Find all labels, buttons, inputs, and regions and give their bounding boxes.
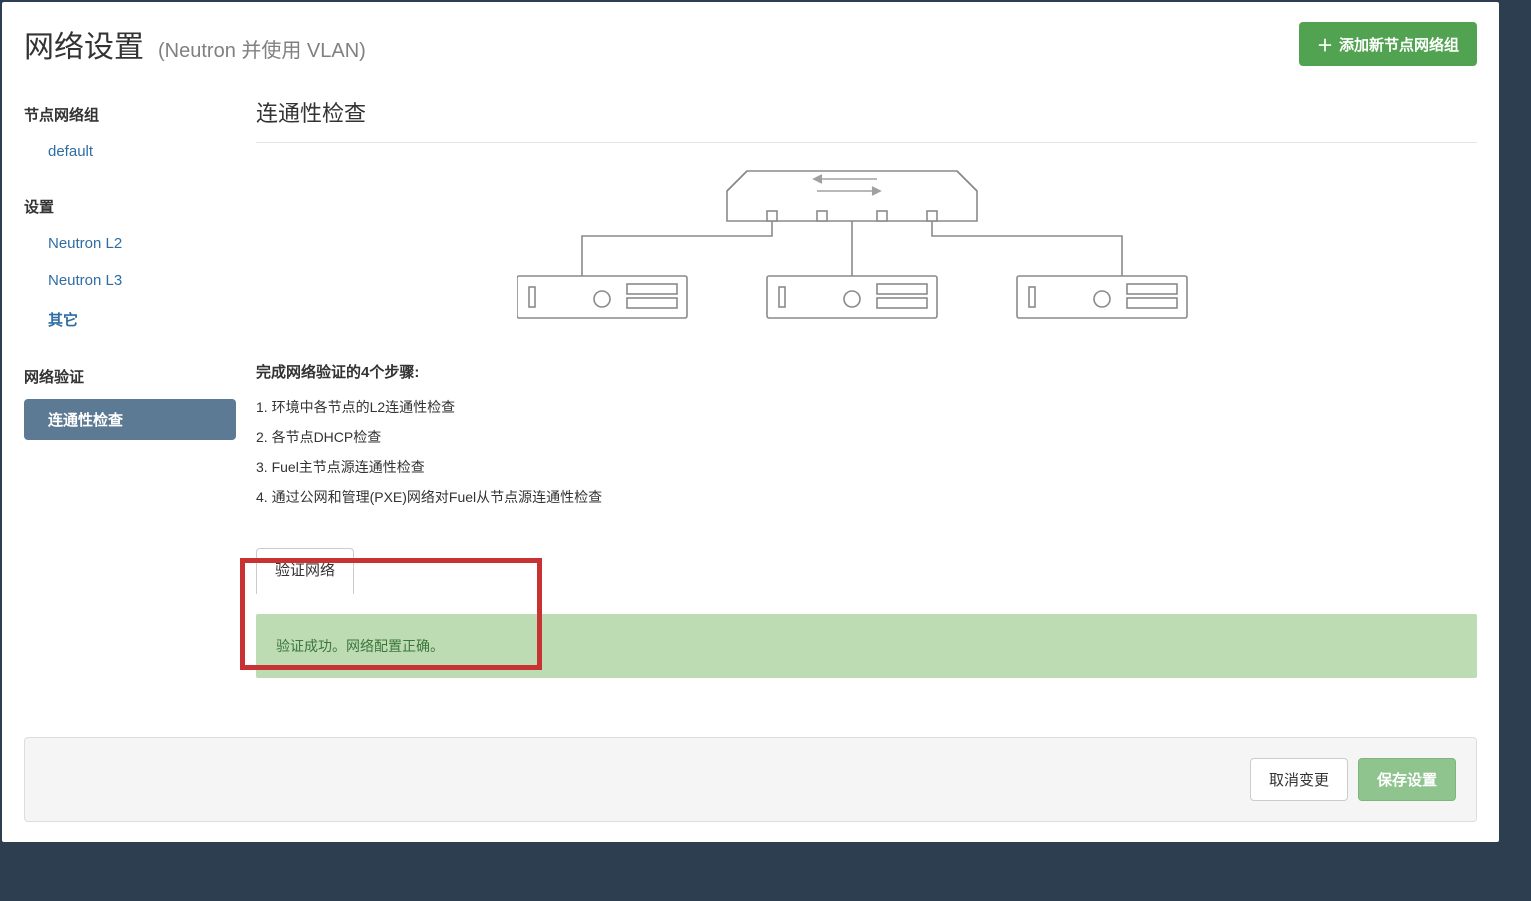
section-title: 连通性检查 bbox=[256, 96, 1477, 143]
sidebar-section-settings: 设置 bbox=[24, 188, 236, 225]
verification-result: 验证成功。网络配置正确。 bbox=[256, 614, 1477, 678]
sidebar-item-other[interactable]: 其它 bbox=[24, 299, 236, 340]
step-4: 4. 通过公网和管理(PXE)网络对Fuel从节点源连通性检查 bbox=[256, 482, 1477, 512]
step-1: 1. 环境中各节点的L2连通性检查 bbox=[256, 392, 1477, 422]
cancel-changes-button[interactable]: 取消变更 bbox=[1250, 758, 1348, 801]
sidebar-item-neutron-l3[interactable]: Neutron L3 bbox=[24, 262, 236, 299]
plus-icon: ＋ bbox=[1317, 32, 1333, 56]
step-3: 3. Fuel主节点源连通性检查 bbox=[256, 452, 1477, 482]
sidebar-item-default[interactable]: default bbox=[24, 133, 236, 170]
verify-network-button[interactable]: 验证网络 bbox=[256, 548, 354, 594]
footer-actions: 取消变更 保存设置 bbox=[24, 737, 1477, 822]
verification-success-message: 验证成功。网络配置正确。 bbox=[276, 638, 444, 654]
steps-title: 完成网络验证的4个步骤: bbox=[256, 361, 1477, 382]
sidebar-section-verification: 网络验证 bbox=[24, 358, 236, 395]
page-title: 网络设置 bbox=[24, 22, 144, 66]
add-node-network-group-label: 添加新节点网络组 bbox=[1339, 34, 1459, 55]
sidebar-section-node-groups: 节点网络组 bbox=[24, 96, 236, 133]
page-subtitle: (Neutron 并使用 VLAN) bbox=[158, 34, 366, 63]
add-node-network-group-button[interactable]: ＋ 添加新节点网络组 bbox=[1299, 22, 1477, 66]
save-settings-button[interactable]: 保存设置 bbox=[1358, 758, 1456, 801]
network-diagram bbox=[256, 147, 1477, 361]
sidebar-item-neutron-l2[interactable]: Neutron L2 bbox=[24, 225, 236, 262]
sidebar: 节点网络组 default 设置 Neutron L2 Neutron L3 其… bbox=[24, 96, 256, 678]
sidebar-item-connectivity-check[interactable]: 连通性检查 bbox=[24, 399, 236, 440]
step-2: 2. 各节点DHCP检查 bbox=[256, 422, 1477, 452]
